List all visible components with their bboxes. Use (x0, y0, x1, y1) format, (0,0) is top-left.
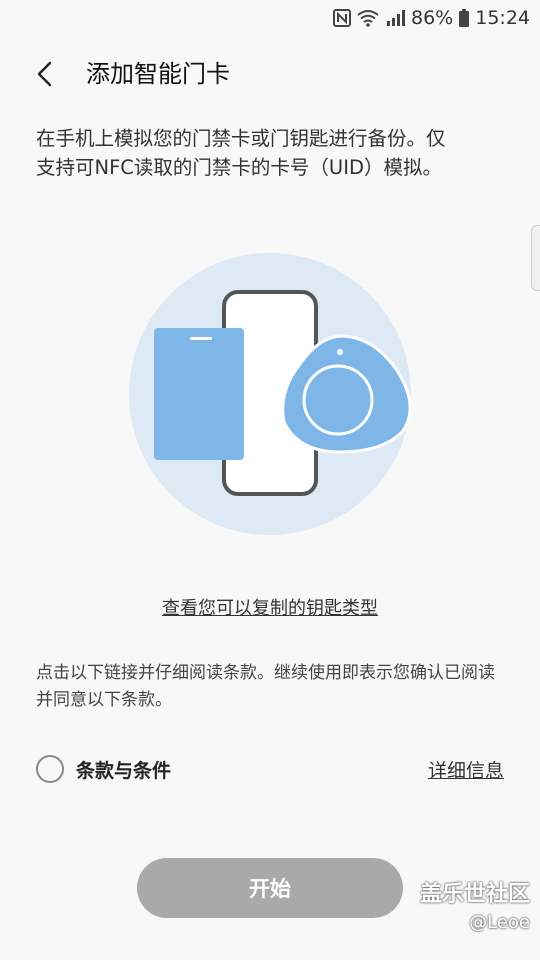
terms-note: 点击以下链接并仔细阅读条款。继续使用即表示您确认已阅读并同意以下条款。 (36, 663, 495, 710)
start-button[interactable]: 开始 (137, 858, 403, 918)
page-title: 添加智能门卡 (86, 60, 230, 88)
details-link[interactable]: 详细信息 (428, 756, 504, 783)
key-types-link[interactable]: 查看您可以复制的钥匙类型 (0, 594, 540, 620)
scrollbar[interactable] (531, 225, 540, 291)
wifi-icon (357, 9, 379, 27)
nfc-icon (333, 9, 351, 27)
chevron-left-icon (37, 61, 52, 87)
clock: 15:24 (475, 7, 530, 29)
signal-icon (385, 9, 405, 27)
battery-percent: 86% (411, 7, 454, 29)
terms-row: 条款与条件 详细信息 (36, 752, 506, 788)
battery-icon (459, 9, 470, 27)
watermark: 盖乐世社区 @Leoe (420, 880, 530, 936)
terms-radio[interactable] (36, 755, 64, 783)
app-header: 添加智能门卡 (0, 52, 540, 96)
description-text: 在手机上模拟您的门禁卡或门钥匙进行备份。仅支持可NFC读取的门禁卡的卡号（UID… (36, 127, 446, 179)
status-bar: 86% 15:24 (0, 0, 540, 36)
back-button[interactable] (28, 58, 60, 90)
terms-label[interactable]: 条款与条件 (76, 756, 171, 783)
watermark-line1: 盖乐世社区 (419, 882, 530, 907)
watermark-line2: @Leoe (469, 912, 530, 933)
nfc-card-illustration (129, 253, 412, 535)
